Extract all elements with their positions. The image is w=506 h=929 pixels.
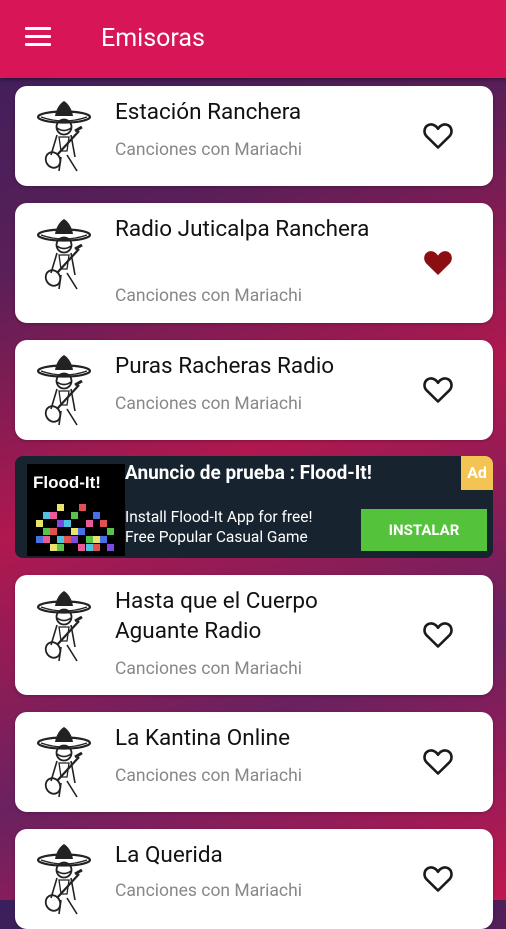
page-title: Emisoras [101, 24, 205, 53]
ad-title: Anuncio de prueba : Flood-It! [125, 461, 372, 484]
hamburger-menu-icon[interactable] [25, 27, 51, 47]
station-card[interactable]: Puras Racheras Radio Canciones con Maria… [15, 340, 493, 440]
station-name: Estación Ranchera [115, 99, 302, 125]
ad-install-button[interactable]: INSTALAR [361, 509, 487, 551]
station-subtitle: Canciones con Mariachi [115, 394, 302, 414]
mariachi-avatar-icon [37, 99, 91, 173]
mariachi-avatar-icon [37, 842, 91, 916]
station-name: La Querida [115, 842, 223, 868]
heart-outline-icon[interactable] [423, 376, 453, 404]
mariachi-avatar-icon [37, 353, 91, 427]
ad-badge: Ad [461, 456, 493, 490]
station-subtitle: Canciones con Mariachi [115, 766, 302, 786]
mariachi-avatar-icon [37, 589, 91, 663]
heart-outline-icon[interactable] [423, 621, 453, 649]
station-subtitle: Canciones con Mariachi [115, 881, 302, 901]
station-card[interactable]: La Kantina Online Canciones con Mariachi [15, 712, 493, 812]
station-card[interactable]: Hasta que el Cuerpo Aguante Radio Cancio… [15, 575, 493, 695]
flood-it-pixels-icon [36, 504, 114, 551]
mariachi-avatar-icon [37, 217, 91, 291]
ad-description-line2: Free Popular Casual Game [125, 528, 308, 546]
station-card[interactable]: Estación Ranchera Canciones con Mariachi [15, 86, 493, 186]
station-name: Puras Racheras Radio [115, 353, 335, 379]
mariachi-avatar-icon [37, 725, 91, 799]
station-name: Hasta que el Cuerpo Aguante Radio [115, 588, 318, 644]
station-card[interactable]: La Querida Canciones con Mariachi [15, 829, 493, 929]
ad-app-logo: Flood-It! [27, 464, 125, 556]
station-card[interactable]: Radio Juticalpa Ranchera Canciones con M… [15, 203, 493, 323]
heart-outline-icon[interactable] [423, 122, 453, 150]
station-name: Radio Juticalpa Ranchera [115, 216, 370, 242]
ad-banner[interactable]: Flood-It! Anuncio de prueba: Flood-It! … [15, 456, 493, 558]
ad-description-line1: Install Flood-It App for free! [125, 508, 313, 526]
app-bar: Emisoras [0, 0, 506, 78]
station-subtitle: Canciones con Mariachi [115, 659, 302, 679]
station-subtitle: Canciones con Mariachi [115, 140, 302, 160]
heart-outline-icon[interactable] [423, 748, 453, 776]
heart-filled-icon[interactable] [423, 249, 453, 277]
station-name: La Kantina Online [115, 725, 291, 751]
station-subtitle: Canciones con Mariachi [115, 286, 302, 306]
heart-outline-icon[interactable] [423, 865, 453, 893]
